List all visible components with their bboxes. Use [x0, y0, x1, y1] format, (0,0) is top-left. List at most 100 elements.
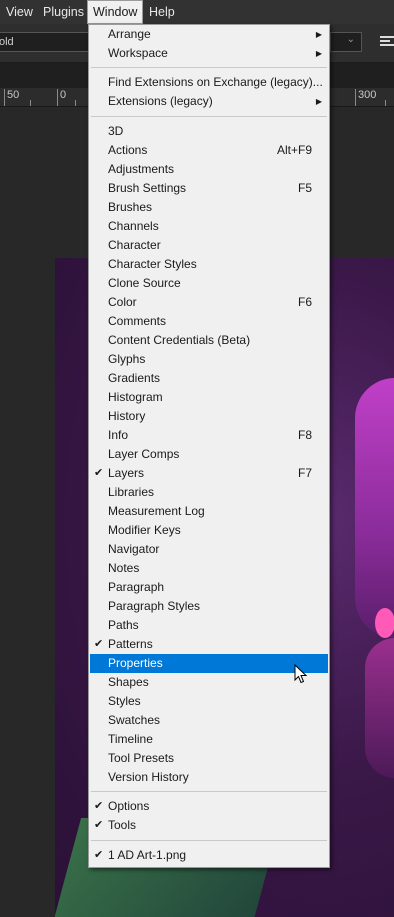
menu-item-version-history[interactable]: Version History: [90, 768, 328, 787]
menu-separator: [91, 67, 327, 68]
menu-item-modifier-keys[interactable]: Modifier Keys: [90, 521, 328, 540]
menu-item-channels[interactable]: Channels: [90, 217, 328, 236]
menu-item-measurement-log[interactable]: Measurement Log: [90, 502, 328, 521]
menu-item-tool-presets[interactable]: Tool Presets: [90, 749, 328, 768]
menu-item-character-styles[interactable]: Character Styles: [90, 255, 328, 274]
menu-item-histogram[interactable]: Histogram: [90, 388, 328, 407]
menu-item-label: Clone Source: [108, 276, 181, 290]
menu-item-patterns[interactable]: ✔ Patterns: [90, 635, 328, 654]
menu-item-options[interactable]: ✔ Options: [90, 797, 328, 816]
align-left-icon[interactable]: [380, 36, 394, 48]
submenu-arrow-icon: ▶: [315, 97, 322, 106]
menu-item-label: Shapes: [108, 675, 149, 689]
menu-item-shortcut: F7: [297, 466, 312, 480]
menu-item-label: Channels: [108, 219, 159, 233]
menu-item-brush-settings[interactable]: Brush Settings F5: [90, 179, 328, 198]
ruler-tick: [75, 100, 76, 106]
menu-item-label: Modifier Keys: [108, 523, 181, 537]
menu-item-workspace[interactable]: Workspace ▶: [90, 44, 328, 63]
menu-item-navigator[interactable]: Navigator: [90, 540, 328, 559]
menu-plugins[interactable]: Plugins: [43, 0, 84, 24]
menu-item-label: Color: [108, 295, 137, 309]
menu-item-label: Gradients: [108, 371, 161, 385]
ruler-tick: [4, 89, 5, 106]
font-size-dropdown[interactable]: ⌄: [330, 32, 362, 52]
checkmark-icon: ✔: [94, 467, 104, 479]
menu-item-clone-source[interactable]: Clone Source: [90, 274, 328, 293]
menu-item-layer-comps[interactable]: Layer Comps: [90, 445, 328, 464]
menu-item-label: Brush Settings: [108, 181, 187, 195]
menu-view[interactable]: View: [6, 0, 33, 24]
menu-item-label: Patterns: [108, 637, 153, 651]
checkmark-icon: ✔: [94, 638, 104, 650]
menu-item-arrange[interactable]: Arrange ▶: [90, 25, 328, 44]
menu-item-label: Layer Comps: [108, 447, 180, 461]
menu-item-label: Swatches: [108, 713, 161, 727]
menu-item-color[interactable]: Color F6: [90, 293, 328, 312]
menu-separator: [91, 840, 327, 841]
menu-item-swatches[interactable]: Swatches: [90, 711, 328, 730]
menu-item-label: Arrange: [108, 27, 151, 41]
menu-item-label: Content Credentials (Beta): [108, 333, 251, 347]
menu-item-timeline[interactable]: Timeline: [90, 730, 328, 749]
menu-item-shapes[interactable]: Shapes: [90, 673, 328, 692]
checkmark-icon: ✔: [94, 800, 104, 812]
menu-item-layers[interactable]: ✔ Layers F7: [90, 464, 328, 483]
menu-item-label: Find Extensions on Exchange (legacy)...: [108, 75, 323, 89]
menu-item-adjustments[interactable]: Adjustments: [90, 160, 328, 179]
menu-item-label: 3D: [108, 124, 124, 138]
menu-item-extensions[interactable]: Extensions (legacy) ▶: [90, 92, 328, 111]
menu-item-label: Character: [108, 238, 161, 252]
art-shape: [365, 638, 394, 778]
menu-item-label: Tool Presets: [108, 751, 175, 765]
menu-item-actions[interactable]: Actions Alt+F9: [90, 141, 328, 160]
menu-help[interactable]: Help: [149, 0, 175, 24]
menu-item-3d[interactable]: 3D: [90, 122, 328, 141]
ruler-label-300: 300: [358, 89, 377, 101]
menu-item-info[interactable]: Info F8: [90, 426, 328, 445]
menu-item-comments[interactable]: Comments: [90, 312, 328, 331]
menu-separator: [91, 791, 327, 792]
submenu-arrow-icon: ▶: [315, 30, 322, 39]
menu-item-label: Timeline: [108, 732, 153, 746]
menu-item-glyphs[interactable]: Glyphs: [90, 350, 328, 369]
menu-item-properties[interactable]: Properties: [90, 654, 328, 673]
menu-item-tools[interactable]: ✔ Tools: [90, 816, 328, 835]
menu-item-label: Measurement Log: [108, 504, 205, 518]
menu-window[interactable]: Window: [87, 0, 144, 24]
menu-item-gradients[interactable]: Gradients: [90, 369, 328, 388]
font-style-field[interactable]: old: [0, 32, 90, 52]
menu-item-label: Histogram: [108, 390, 163, 404]
menu-item-label: Notes: [108, 561, 140, 575]
menu-item-label: Libraries: [108, 485, 155, 499]
menu-item-label: Info: [108, 428, 129, 442]
menu-item-find-extensions[interactable]: Find Extensions on Exchange (legacy)...: [90, 73, 328, 92]
menu-item-history[interactable]: History: [90, 407, 328, 426]
menu-item-label: Properties: [108, 656, 163, 670]
menu-item-shortcut: F8: [297, 428, 312, 442]
menu-item-brushes[interactable]: Brushes: [90, 198, 328, 217]
menu-item-paths[interactable]: Paths: [90, 616, 328, 635]
ruler-tick: [57, 89, 58, 106]
menu-item-paragraph[interactable]: Paragraph: [90, 578, 328, 597]
menu-item-label: Options: [108, 799, 150, 813]
checkmark-icon: ✔: [94, 819, 104, 831]
menu-item-label: Character Styles: [108, 257, 197, 271]
checkmark-icon: ✔: [94, 849, 104, 861]
menu-item-label: Comments: [108, 314, 167, 328]
menu-item-label: Paragraph Styles: [108, 599, 201, 613]
menu-item-content-credentials-beta[interactable]: Content Credentials (Beta): [90, 331, 328, 350]
ruler-label-50: 50: [7, 89, 20, 101]
menu-item-shortcut: F6: [297, 295, 312, 309]
mouse-pointer-icon: [294, 664, 308, 684]
menu-item-character[interactable]: Character: [90, 236, 328, 255]
menu-item-styles[interactable]: Styles: [90, 692, 328, 711]
ruler-tick: [30, 100, 31, 106]
menu-item-label: Glyphs: [108, 352, 146, 366]
menu-item-label: Adjustments: [108, 162, 175, 176]
menu-item-label: Version History: [108, 770, 189, 784]
menu-item-open-document[interactable]: ✔ 1 AD Art-1.png: [90, 846, 328, 865]
menu-item-libraries[interactable]: Libraries: [90, 483, 328, 502]
menu-item-notes[interactable]: Notes: [90, 559, 328, 578]
menu-item-paragraph-styles[interactable]: Paragraph Styles: [90, 597, 328, 616]
